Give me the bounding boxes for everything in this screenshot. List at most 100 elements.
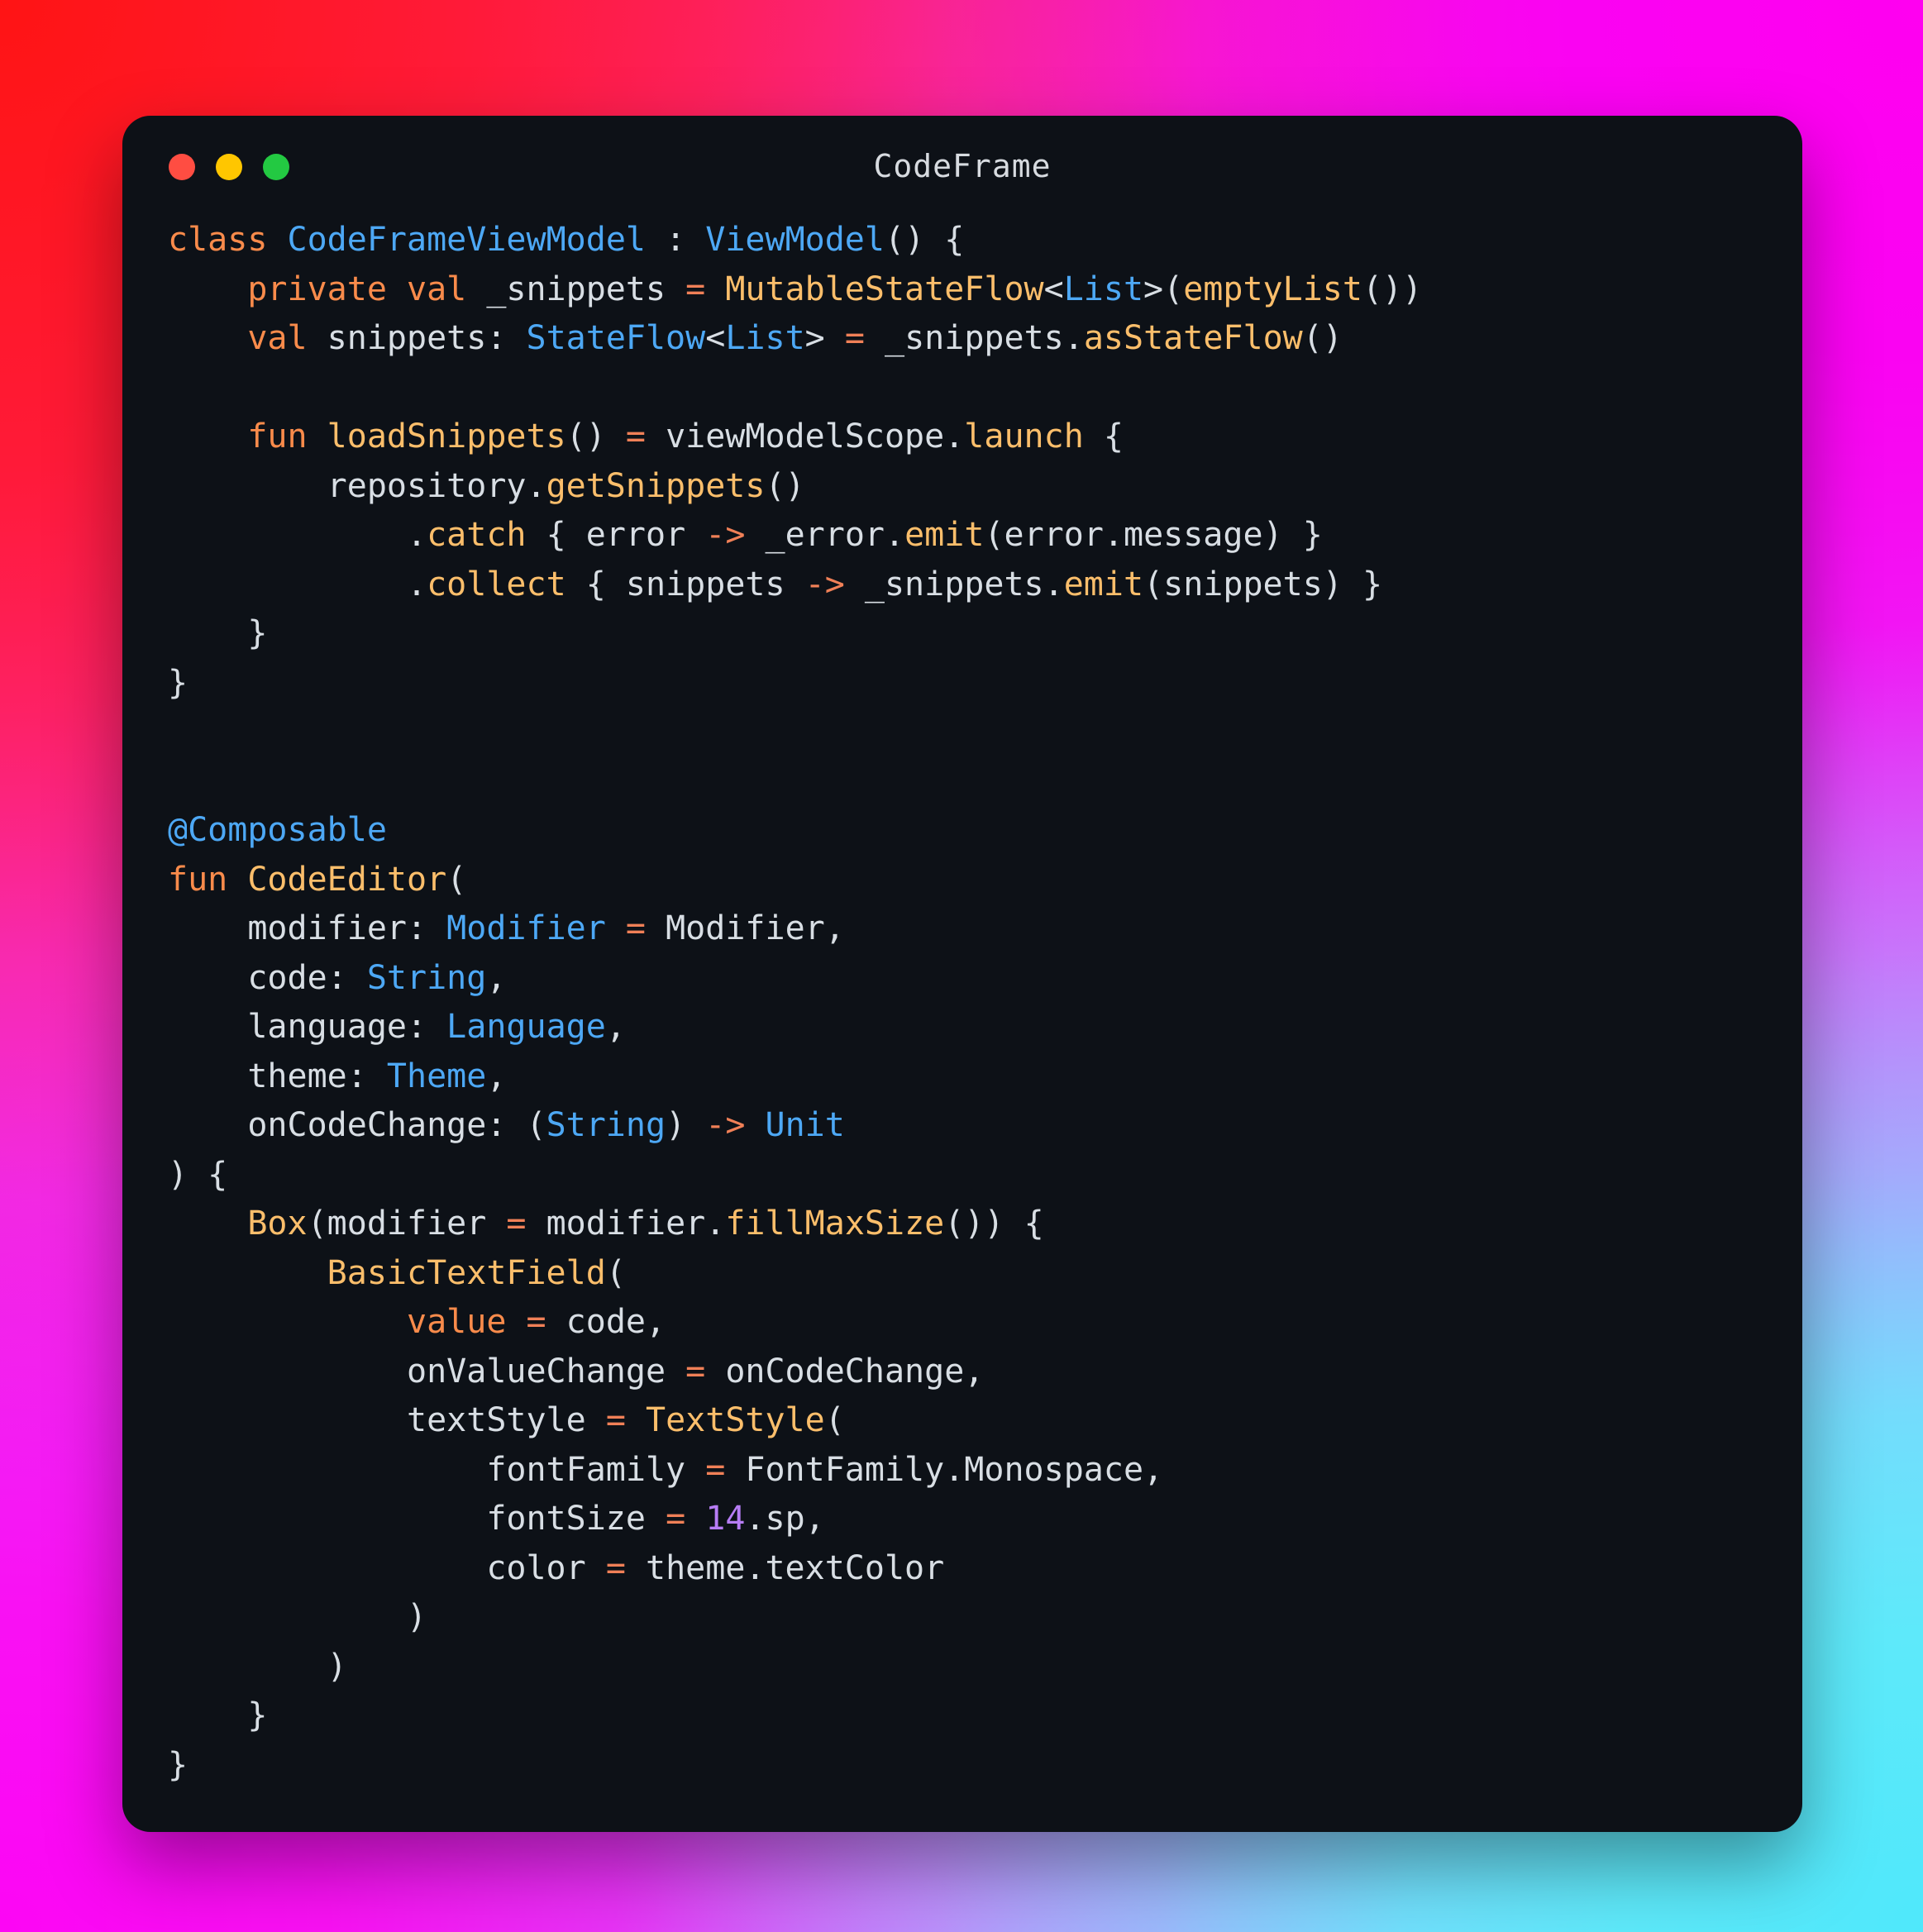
code-token: _error. (765, 516, 905, 554)
code-token: Box (247, 1205, 308, 1243)
code-token: loadSnippets (327, 417, 566, 456)
code-line: Box(modifier = modifier.fillMaxSize()) { (122, 1200, 1802, 1249)
code-token: ) (666, 1106, 706, 1144)
code-token: MutableStateFlow (725, 270, 1044, 308)
code-line: repository.getSnippets() (122, 462, 1802, 512)
code-token: fontFamily (168, 1450, 706, 1489)
code-token: -> (705, 516, 766, 554)
code-token: BasicTextField (327, 1253, 606, 1292)
code-token: modifier: (168, 909, 447, 947)
code-token: ) (168, 1647, 347, 1686)
code-token: , (605, 1008, 626, 1046)
code-token: ()) { (944, 1205, 1044, 1243)
code-token: language: (168, 1008, 447, 1046)
code-line: fontSize = 14.sp, (122, 1495, 1802, 1544)
code-token: TextStyle (645, 1401, 825, 1439)
code-token: = (506, 1205, 546, 1243)
code-token: = (526, 1303, 566, 1341)
code-token: } (168, 614, 268, 652)
code-line: onCodeChange: (String) -> Unit (122, 1101, 1802, 1151)
code-token: -> (804, 565, 865, 603)
code-token: = (844, 319, 885, 357)
code-token: ( (824, 1401, 845, 1439)
code-token: Modifier (446, 909, 626, 947)
code-token: : (645, 221, 706, 259)
code-token: val (247, 319, 327, 357)
code-line: ) { (122, 1151, 1802, 1200)
code-token: String (546, 1106, 666, 1144)
code-line: ) (122, 1593, 1802, 1643)
code-line: theme: Theme, (122, 1052, 1802, 1102)
code-token: snippets: (327, 319, 527, 357)
code-token: () { (884, 221, 965, 259)
code-line: ) (122, 1643, 1802, 1692)
code-token: () (765, 466, 805, 505)
code-line: } (122, 609, 1802, 659)
code-token: = (605, 1548, 646, 1587)
code-token: (modifier (307, 1205, 507, 1243)
code-line: fun CodeEditor( (122, 856, 1802, 905)
code-token: ViewModel (705, 221, 885, 259)
code-token: ( (605, 1253, 626, 1292)
code-token: repository. (168, 466, 546, 505)
code-token: Unit (765, 1106, 845, 1144)
code-token: FontFamily.Monospace, (745, 1450, 1164, 1489)
code-token: . (168, 516, 427, 554)
code-token: code: (168, 958, 367, 997)
code-token: 14 (705, 1500, 746, 1538)
code-token: () (565, 417, 626, 456)
code-line: language: Language, (122, 1003, 1802, 1052)
window-titlebar[interactable]: CodeFrame (122, 116, 1802, 204)
code-token: asStateFlow (1083, 319, 1303, 357)
code-token: emit (1063, 565, 1144, 603)
code-token: > (804, 319, 845, 357)
code-token: } (168, 663, 188, 702)
code-line: .catch { error -> _error.emit(error.mess… (122, 511, 1802, 561)
code-line: color = theme.textColor (122, 1544, 1802, 1594)
code-token: ( (446, 860, 467, 899)
code-token: emit (904, 516, 985, 554)
code-line: onValueChange = onCodeChange, (122, 1348, 1802, 1397)
code-token: emptyList (1183, 270, 1362, 308)
code-token: = (625, 909, 666, 947)
code-block[interactable]: class CodeFrameViewModel : ViewModel() {… (122, 204, 1802, 1790)
code-line: } (122, 1741, 1802, 1791)
code-line: } (122, 1691, 1802, 1741)
code-token: launch (964, 417, 1084, 456)
code-line: } (122, 659, 1802, 708)
code-token: = (605, 1401, 646, 1439)
code-token: fillMaxSize (725, 1205, 945, 1243)
code-token: = (625, 417, 666, 456)
code-token: String (366, 958, 487, 997)
code-line: code: String, (122, 954, 1802, 1004)
window-title: CodeFrame (873, 148, 1052, 184)
code-line: val snippets: StateFlow<List> = _snippet… (122, 314, 1802, 364)
code-token: getSnippets (546, 466, 766, 505)
code-token: fun (168, 860, 248, 899)
code-token: < (1043, 270, 1064, 308)
code-line: .collect { snippets -> _snippets.emit(sn… (122, 561, 1802, 610)
code-token: CodeFrameViewModel (287, 221, 646, 259)
code-token: value (406, 1303, 527, 1341)
screenshot-root: CodeFrame class CodeFrameViewModel : Vie… (0, 0, 1923, 1932)
code-token: code, (565, 1303, 666, 1341)
code-line: modifier: Modifier = Modifier, (122, 904, 1802, 954)
code-token: () (1302, 319, 1343, 357)
code-token: Modifier, (666, 909, 845, 947)
code-token: >( (1143, 270, 1184, 308)
code-token: } (168, 1696, 268, 1734)
code-token: viewModelScope. (666, 417, 965, 456)
code-token: ) { (168, 1155, 228, 1194)
code-token: , (486, 1057, 507, 1095)
code-token: = (705, 1450, 746, 1489)
code-token: fontSize (168, 1500, 666, 1538)
code-token: collect (427, 565, 566, 603)
code-line: fontFamily = FontFamily.Monospace, (122, 1446, 1802, 1496)
code-token: onValueChange (168, 1352, 686, 1391)
code-line: BasicTextField( (122, 1249, 1802, 1299)
